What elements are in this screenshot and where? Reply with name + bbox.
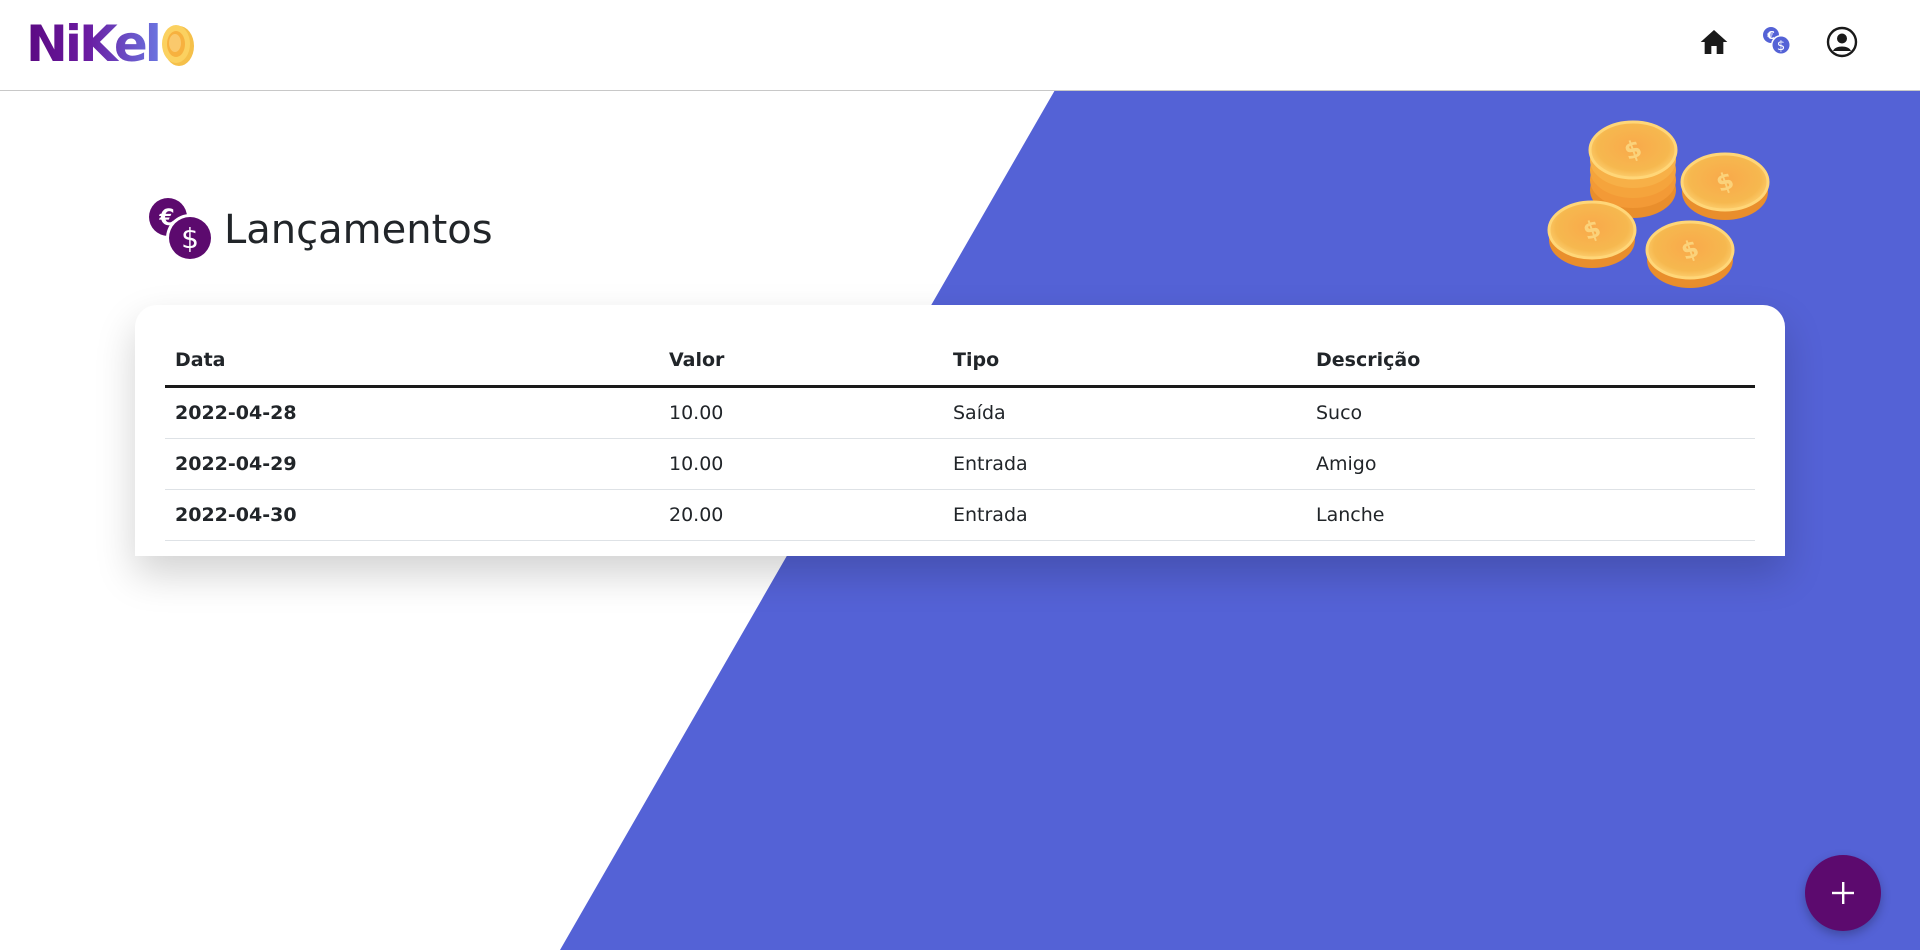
- value-cell: 20.00: [659, 489, 943, 541]
- svg-text:$: $: [1777, 39, 1785, 54]
- column-header-valor[interactable]: Valor: [659, 335, 943, 388]
- table-header-row: Data Valor Tipo Descrição: [165, 335, 1755, 388]
- description-cell: Suco: [1306, 386, 1755, 439]
- brand-name: NiKel: [26, 15, 162, 73]
- date-cell: 2022-04-28: [165, 386, 659, 439]
- page-header: € $ Lançamentos: [148, 180, 493, 280]
- navbar: NiKel € $: [0, 0, 1920, 91]
- column-header-data[interactable]: Data: [165, 335, 659, 388]
- transactions-card: Data Valor Tipo Descrição 2022-04-28 10.…: [135, 305, 1785, 556]
- coin-logo-icon: [161, 25, 194, 66]
- brand-logo[interactable]: NiKel: [26, 14, 197, 74]
- user-circle-icon[interactable]: [1824, 24, 1860, 60]
- value-cell: 10.00: [659, 438, 943, 490]
- column-header-descricao[interactable]: Descrição: [1306, 335, 1755, 388]
- type-cell: Saída: [943, 386, 1306, 439]
- column-header-tipo[interactable]: Tipo: [943, 335, 1306, 388]
- coins-illustration: $ $ $ $: [1547, 120, 1770, 288]
- page: NiKel € $ $ $ $ $ € $ Lançamentos Data V…: [0, 0, 1920, 950]
- plus-icon: [1832, 882, 1854, 904]
- page-title: Lançamentos: [224, 206, 493, 253]
- add-transaction-button[interactable]: [1805, 855, 1881, 931]
- home-icon[interactable]: [1696, 24, 1732, 60]
- value-cell: 10.00: [659, 386, 943, 439]
- type-cell: Entrada: [943, 438, 1306, 490]
- table-row[interactable]: 2022-04-30 20.00 Entrada Lanche: [165, 489, 1755, 541]
- transactions-table: Data Valor Tipo Descrição 2022-04-28 10.…: [165, 335, 1755, 541]
- euro-dollar-coins-icon: € $: [149, 197, 214, 262]
- date-cell: 2022-04-29: [165, 438, 659, 490]
- table-row[interactable]: 2022-04-29 10.00 Entrada Amigo: [165, 438, 1755, 490]
- description-cell: Lanche: [1306, 489, 1755, 541]
- table-row[interactable]: 2022-04-28 10.00 Saída Suco: [165, 386, 1755, 439]
- currency-icon[interactable]: € $: [1760, 24, 1796, 60]
- type-cell: Entrada: [943, 489, 1306, 541]
- nav-icons: € $: [1696, 24, 1860, 60]
- date-cell: 2022-04-30: [165, 489, 659, 541]
- svg-text:$: $: [181, 222, 199, 255]
- description-cell: Amigo: [1306, 438, 1755, 490]
